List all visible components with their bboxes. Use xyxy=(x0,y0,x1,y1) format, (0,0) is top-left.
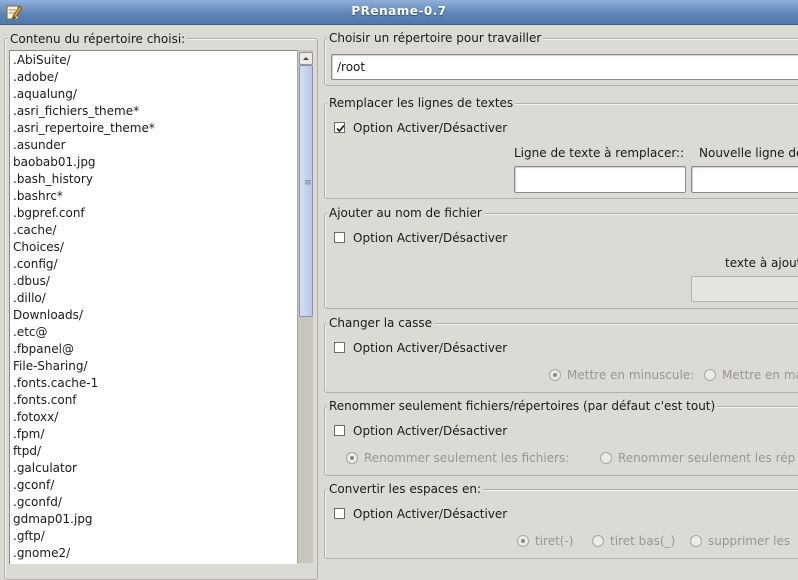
spaces-toggle-label[interactable]: Option Activer/Désactiver xyxy=(353,507,507,521)
list-item[interactable]: .etc@ xyxy=(13,324,48,341)
rename-label: Renommer seulement fichiers/répertoires … xyxy=(327,399,718,413)
list-item[interactable]: baobab01.jpg xyxy=(13,154,96,171)
file-list[interactable]: .AbiSuite/.adobe/.aqualung/.asri_fichier… xyxy=(9,50,299,564)
list-item[interactable]: .AbiSuite/ xyxy=(13,52,71,69)
list-item[interactable]: .fpm/ xyxy=(13,426,44,443)
add-text-label: texte à ajout xyxy=(725,256,798,270)
directories-only-label[interactable]: Renommer seulement les rép xyxy=(618,451,795,465)
list-item[interactable]: .gconf/ xyxy=(13,477,54,494)
old-text-input[interactable] xyxy=(514,166,686,193)
rename-toggle-label[interactable]: Option Activer/Désactiver xyxy=(353,424,507,438)
list-item[interactable]: File-Sharing/ xyxy=(13,358,88,375)
files-only-radio[interactable] xyxy=(346,452,358,464)
scrollbar-thumb[interactable]: ≡ xyxy=(299,65,313,317)
directory-label: Choisir un répertoire pour travailler xyxy=(327,31,544,45)
list-item[interactable]: .bgpref.conf xyxy=(13,205,85,222)
add-toggle-checkbox[interactable] xyxy=(334,232,345,243)
list-item[interactable]: Downloads/ xyxy=(13,307,83,324)
spaces-label: Convertir les espaces en: xyxy=(327,482,483,496)
underscore-radio[interactable] xyxy=(592,535,604,547)
rename-frame xyxy=(324,406,798,476)
file-list-scrollbar[interactable]: ≡ xyxy=(297,50,313,563)
case-toggle-label[interactable]: Option Activer/Désactiver xyxy=(353,341,507,355)
list-item[interactable]: .asunder xyxy=(13,137,66,154)
case-toggle-checkbox[interactable] xyxy=(334,342,345,353)
case-label: Changer la casse xyxy=(327,316,435,330)
uppercase-label[interactable]: Mettre en ma xyxy=(722,368,798,382)
underscore-label[interactable]: tiret bas(_) xyxy=(610,534,675,548)
list-item[interactable]: .dbus/ xyxy=(13,273,50,290)
list-item[interactable]: .dillo/ xyxy=(13,290,46,307)
add-text-input[interactable] xyxy=(691,276,798,302)
title-bar[interactable]: PRename-0.7 xyxy=(0,0,798,25)
rename-toggle-checkbox[interactable] xyxy=(334,425,345,436)
uppercase-radio[interactable] xyxy=(704,369,716,381)
lowercase-radio[interactable] xyxy=(549,369,561,381)
lowercase-label[interactable]: Mettre en minuscule: xyxy=(567,368,694,382)
spaces-frame xyxy=(324,489,798,559)
list-item[interactable]: .gftp/ xyxy=(13,528,45,545)
replace-toggle-checkbox[interactable] xyxy=(334,122,345,133)
old-text-label: Ligne de texte à remplacer:: xyxy=(514,146,685,160)
list-item[interactable]: .gconfd/ xyxy=(13,494,62,511)
list-item[interactable]: .adobe/ xyxy=(13,69,58,86)
directory-input[interactable] xyxy=(331,54,798,80)
add-label: Ajouter au nom de fichier xyxy=(327,206,484,220)
window-title: PRename-0.7 xyxy=(351,4,447,18)
checkmark-icon xyxy=(336,124,345,133)
list-item[interactable]: .cache/ xyxy=(13,222,56,239)
add-toggle-label[interactable]: Option Activer/Désactiver xyxy=(353,231,507,245)
list-item[interactable]: Choices/ xyxy=(13,239,64,256)
list-item[interactable]: .bashrc* xyxy=(13,188,63,205)
remove-spaces-radio[interactable] xyxy=(690,535,702,547)
case-frame xyxy=(324,323,798,393)
replace-toggle-label[interactable]: Option Activer/Désactiver xyxy=(353,121,507,135)
new-text-input[interactable] xyxy=(691,166,798,193)
grip-icon: ≡ xyxy=(304,178,312,188)
chevron-up-icon xyxy=(303,57,309,60)
dash-label[interactable]: tiret(-) xyxy=(535,534,574,548)
directory-contents-label: Contenu du répertoire choisi: xyxy=(8,32,188,46)
files-only-label[interactable]: Renommer seulement les fichiers: xyxy=(364,451,569,465)
list-item[interactable]: .asri_repertoire_theme* xyxy=(13,120,155,137)
replace-label: Remplacer les lignes de textes xyxy=(327,96,516,110)
list-item[interactable]: gdmap01.jpg xyxy=(13,511,93,528)
spaces-toggle-checkbox[interactable] xyxy=(334,508,345,519)
dash-radio[interactable] xyxy=(517,535,529,547)
list-item[interactable]: .bash_history xyxy=(13,171,93,188)
list-item[interactable]: .galculator xyxy=(13,460,77,477)
remove-spaces-label[interactable]: supprimer les xyxy=(708,534,790,548)
list-item[interactable]: .asri_fichiers_theme* xyxy=(13,103,139,120)
list-item[interactable]: .config/ xyxy=(13,256,58,273)
list-item[interactable]: .gnome2/ xyxy=(13,545,70,562)
list-item[interactable]: .fonts.cache-1 xyxy=(13,375,98,392)
new-text-label: Nouvelle ligne de xyxy=(699,146,798,160)
list-item[interactable]: .fotoxx/ xyxy=(13,409,58,426)
scroll-up-button[interactable] xyxy=(299,52,313,65)
list-item[interactable]: .aqualung/ xyxy=(13,86,77,103)
list-item[interactable]: ftpd/ xyxy=(13,443,41,460)
list-item[interactable]: .fonts.conf xyxy=(13,392,77,409)
list-item[interactable]: .fbpanel@ xyxy=(13,341,74,358)
directories-only-radio[interactable] xyxy=(600,452,612,464)
